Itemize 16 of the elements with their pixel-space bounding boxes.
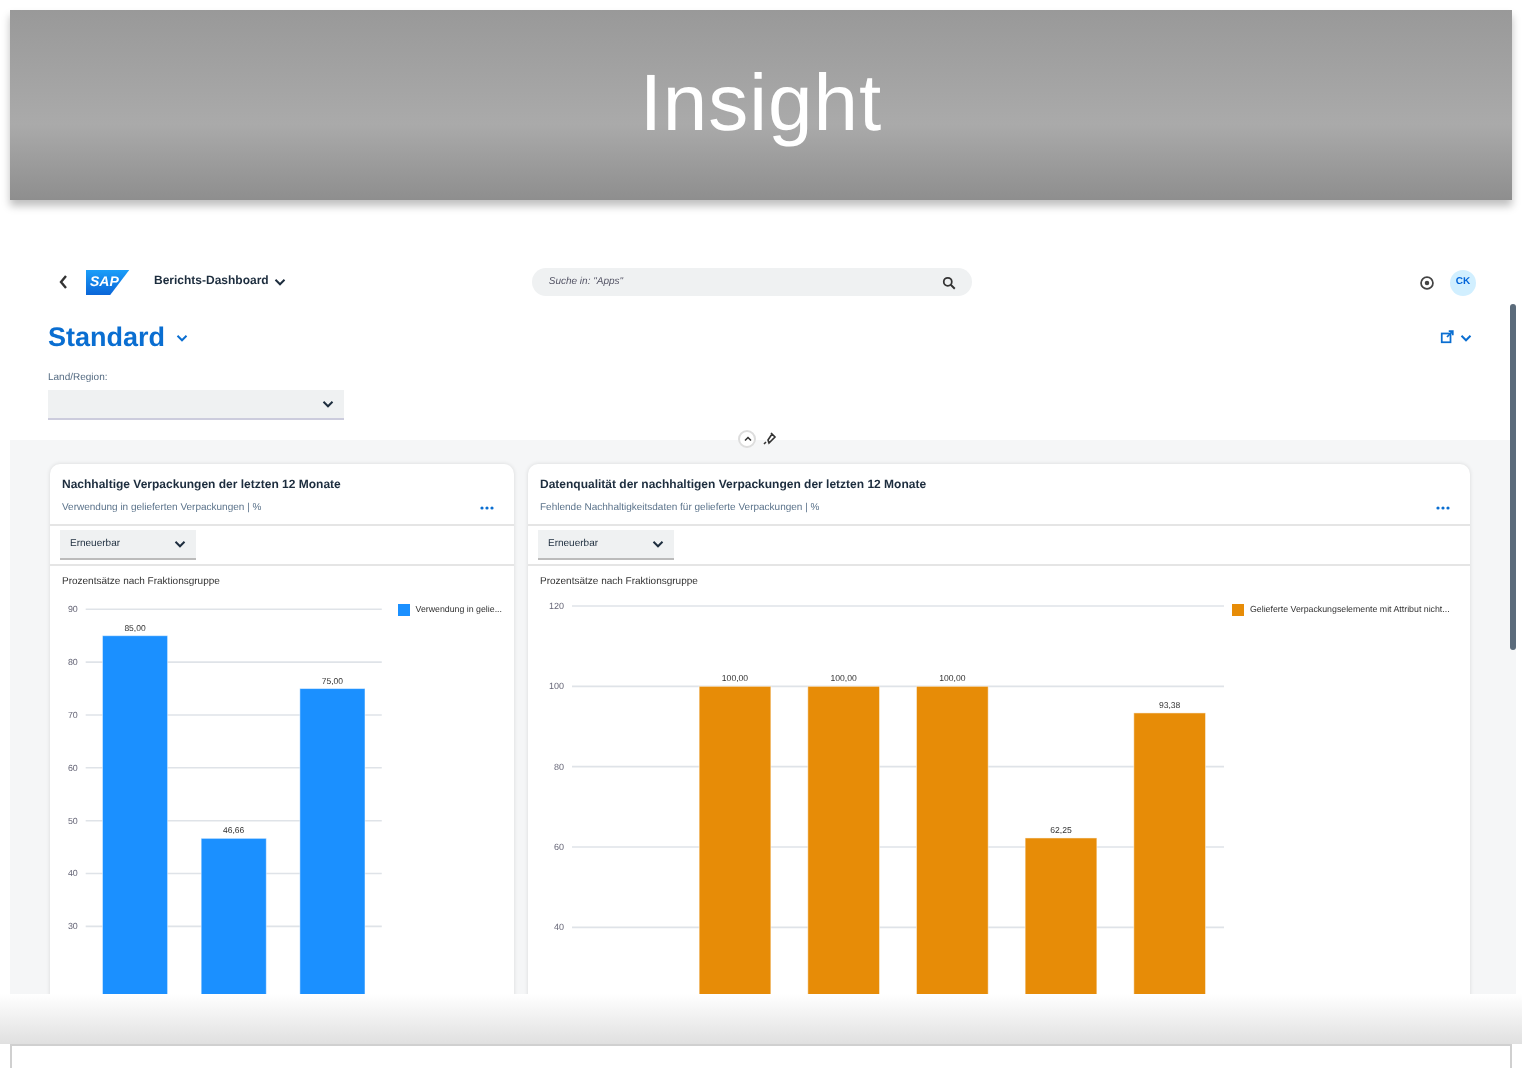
caret-icon [322,400,334,408]
help-icon[interactable] [1420,275,1434,289]
share-icon[interactable] [1440,330,1454,344]
search-icon[interactable] [942,275,957,289]
caret-icon [174,540,186,548]
back-icon[interactable] [58,274,70,290]
pin-icon[interactable] [762,430,778,446]
scrollbar[interactable] [1510,304,1516,650]
caret-up-icon [743,436,751,442]
banner-title: Insight [639,60,883,150]
collapse-header-button[interactable] [738,430,756,448]
caret-icon [274,278,287,286]
variant-selector[interactable]: Standard [48,322,188,352]
caret-icon [175,333,188,341]
caret-icon [652,540,664,548]
caret-icon [1460,333,1472,341]
